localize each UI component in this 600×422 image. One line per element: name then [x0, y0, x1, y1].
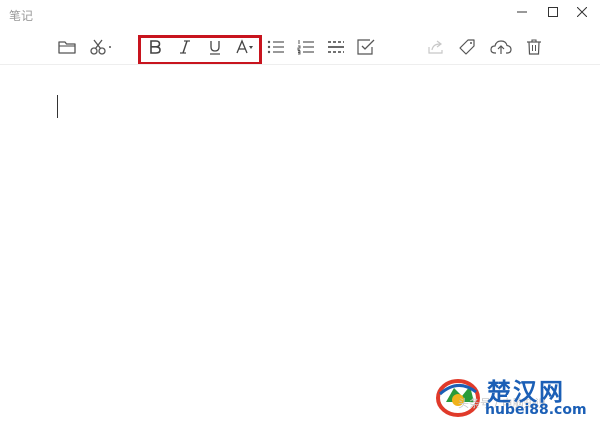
tag-button[interactable] [454, 35, 480, 59]
share-button[interactable] [423, 35, 449, 59]
watermark-url: hubei88.com [485, 402, 587, 418]
maximize-icon [548, 7, 558, 17]
tag-icon [459, 39, 475, 55]
note-editor[interactable] [0, 65, 600, 422]
text-cursor [57, 95, 58, 118]
close-button[interactable] [568, 3, 596, 21]
trash-icon [527, 39, 541, 55]
title-bar: 笔记 [0, 0, 600, 28]
delete-button[interactable] [521, 35, 547, 59]
divider-line-button[interactable] [323, 35, 349, 59]
scissors-icon [90, 39, 111, 55]
editor-toolbar [0, 32, 600, 64]
divider-line-icon [328, 41, 344, 53]
maximize-button[interactable] [539, 3, 567, 21]
app-title: 笔记 [9, 9, 34, 23]
numbered-list-icon [297, 40, 314, 55]
formatting-highlight-box [138, 35, 262, 65]
folder-button[interactable] [54, 35, 80, 59]
bullet-list-button[interactable] [263, 35, 289, 59]
folder-icon [58, 41, 76, 54]
cloud-upload-icon [490, 40, 512, 54]
checklist-button[interactable] [353, 35, 379, 59]
cut-button[interactable] [86, 35, 116, 59]
cloud-upload-button[interactable] [487, 35, 515, 59]
checkbox-icon [357, 39, 375, 55]
close-icon [577, 7, 587, 17]
share-icon [428, 40, 443, 54]
minimize-button[interactable] [508, 3, 536, 21]
minimize-icon [517, 11, 527, 13]
numbered-list-button[interactable] [293, 35, 319, 59]
bullet-list-icon [267, 40, 284, 54]
